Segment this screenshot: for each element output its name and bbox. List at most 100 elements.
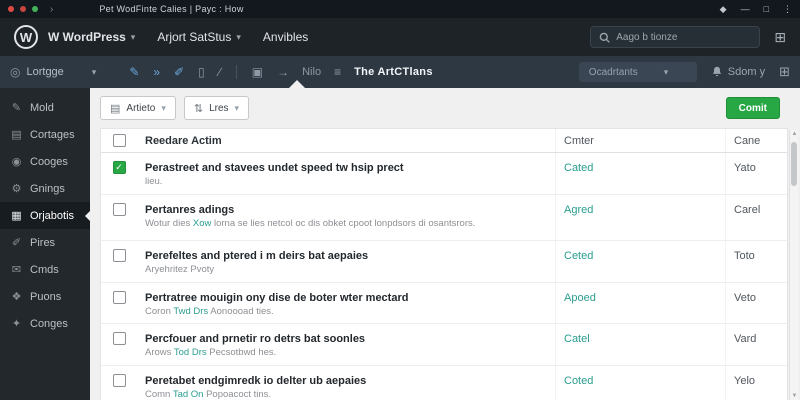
admin-sidebar: ✎ Mold ▤ Cortages ◉ Cooges ⚙ Gnings ▦ Or… xyxy=(0,88,90,400)
user-menu-label: Lortgge xyxy=(26,66,64,78)
table-row[interactable]: Pertratree mouigin ony dise de boter wte… xyxy=(101,282,787,325)
notifications-button[interactable]: Sdom y xyxy=(711,66,765,78)
pen-icon[interactable]: ✐ xyxy=(174,65,184,79)
user-menu[interactable]: ◎ Lortgge ▾ xyxy=(10,65,96,79)
subtitle-link[interactable]: Tad On xyxy=(173,389,204,400)
row-status: Apoed xyxy=(555,282,725,324)
table-row[interactable]: Peretabet endgimredk io delter ub aepaie… xyxy=(101,366,787,400)
row-title-link[interactable]: Pertanres adings xyxy=(145,200,547,216)
toolbar-divider xyxy=(235,65,237,79)
nib-label[interactable]: Nilo xyxy=(302,66,321,78)
device-tablet-icon[interactable]: ▯ xyxy=(198,65,205,79)
select-all-checkbox[interactable] xyxy=(112,134,126,147)
search-input[interactable]: Aago b tionze xyxy=(590,26,761,48)
articles-dropdown-button[interactable]: ▤ Artieto ▾ xyxy=(100,96,176,120)
gear-icon: ⚙ xyxy=(11,183,22,195)
status-menu[interactable]: Arjort SatStus ▾ xyxy=(157,30,241,44)
column-header-value[interactable]: Cane xyxy=(725,129,787,152)
sidebar-item-pires[interactable]: ✐ Pires xyxy=(0,229,90,256)
row-subtitle: Comn Tad On Popoacoct tins. xyxy=(145,389,272,400)
row-title-link[interactable]: Perastreet and stavees undet speed tw hs… xyxy=(145,158,547,174)
sidebar-item-label: Cortages xyxy=(30,128,75,141)
sidebar-item-conges[interactable]: ✦ Conges xyxy=(0,310,90,337)
row-checkbox[interactable] xyxy=(112,202,126,216)
scrollbar-thumb[interactable] xyxy=(791,142,797,186)
vertical-scrollbar[interactable]: ▲ ▼ xyxy=(789,130,798,400)
table-row[interactable]: Percfouer and prnetir ro detrs bat soonl… xyxy=(101,324,787,367)
minimize-icon[interactable]: — xyxy=(741,4,750,14)
browser-menu-icon[interactable]: ⋮ xyxy=(783,4,792,15)
arrow-right-icon[interactable]: → xyxy=(277,65,289,79)
status-menu-label: Arjort SatStus xyxy=(157,30,232,44)
sidebar-item-cmds[interactable]: ✉ Cmds xyxy=(0,256,90,283)
sidebar-item-cortages[interactable]: ▤ Cortages xyxy=(0,121,90,148)
active-tab-label[interactable]: The ArtCTlans xyxy=(354,66,433,78)
activities-menu-label: Anvibles xyxy=(262,30,309,44)
search-icon xyxy=(599,32,611,43)
maximize-icon[interactable]: □ xyxy=(764,4,769,14)
menu-icon[interactable]: ≡ xyxy=(334,65,341,79)
coordinates-dropdown[interactable]: Ocadrtants ▾ xyxy=(578,62,697,82)
row-checkbox-checked[interactable]: ✓ xyxy=(112,161,126,174)
table-row[interactable]: Perefeltes and ptered i m deirs bat aepa… xyxy=(101,240,787,283)
row-value: Toto xyxy=(725,240,787,282)
plugin-icon: ❖ xyxy=(11,291,22,303)
row-value: Yato xyxy=(725,153,787,194)
sidebar-item-mold[interactable]: ✎ Mold xyxy=(0,94,90,121)
activities-menu[interactable]: Anvibles xyxy=(263,30,308,44)
row-title-link[interactable]: Percfouer and prnetir ro detrs bat soonl… xyxy=(145,329,547,345)
apps-grid-icon[interactable]: ⊞ xyxy=(774,29,786,46)
scroll-up-icon[interactable]: ▲ xyxy=(790,131,799,137)
pencil-icon: ✎ xyxy=(11,102,22,114)
row-title-link[interactable]: Peretabet endgimredk io delter ub aepaie… xyxy=(145,371,547,387)
close-window-dot[interactable] xyxy=(8,6,14,12)
sidebar-item-label: Cmds xyxy=(30,263,59,276)
fast-forward-icon[interactable]: » xyxy=(153,65,160,79)
table-row[interactable]: Pertanres adings Wotur dies Xow lorna se… xyxy=(101,194,787,241)
subtitle-link[interactable]: Twd Drs xyxy=(173,306,208,317)
zoom-window-dot[interactable] xyxy=(32,6,38,12)
table-row[interactable]: ✓ Perastreet and stavees undet speed tw … xyxy=(101,153,787,195)
lists-dropdown-button[interactable]: ⇅ Lres ▾ xyxy=(183,96,250,120)
row-checkbox[interactable] xyxy=(112,332,126,346)
sidebar-item-cooges[interactable]: ◉ Cooges xyxy=(0,148,90,175)
browser-title-bar: › Pet WodFinte Calies | Payc : How ◆ — □… xyxy=(0,0,800,18)
row-title-link[interactable]: Pertratree mouigin ony dise de boter wte… xyxy=(145,288,547,304)
image-icon[interactable]: ▣ xyxy=(252,65,263,79)
column-header-title[interactable]: Reedare Actim xyxy=(137,129,555,152)
slash-icon[interactable]: ∕ xyxy=(219,65,221,79)
edit-pencil-icon[interactable]: ✎ xyxy=(129,65,139,79)
layout-grid-icon[interactable]: ⊞ xyxy=(779,64,790,80)
row-checkbox[interactable] xyxy=(112,374,126,388)
sidebar-item-gnings[interactable]: ⚙ Gnings xyxy=(0,175,90,202)
lists-button-label: Lres xyxy=(209,102,229,114)
subtitle-link[interactable]: Xow xyxy=(193,218,211,229)
subtitle-link[interactable]: Tod Drs xyxy=(174,347,207,358)
sidebar-item-orjabotis-active[interactable]: ▦ Orjabotis xyxy=(0,202,90,229)
chevron-down-icon: ▾ xyxy=(130,31,136,42)
sidebar-item-puons[interactable]: ❖ Puons xyxy=(0,283,90,310)
row-checkbox[interactable] xyxy=(112,248,126,262)
browser-tab-title: Pet WodFinte Calies | Payc : How xyxy=(99,4,244,14)
extension-icon[interactable]: ◆ xyxy=(720,4,727,15)
chevron-down-icon: ▾ xyxy=(236,31,241,42)
forward-nav-icon[interactable]: › xyxy=(50,4,53,15)
list-icon: ▤ xyxy=(11,129,22,141)
column-header-status[interactable]: Cmter xyxy=(555,129,725,152)
row-subtitle: Coron Twd Drs Aonoooad ties. xyxy=(145,305,274,317)
row-status: Ceted xyxy=(555,240,725,282)
row-checkbox[interactable] xyxy=(112,290,126,304)
wordpress-logo-icon[interactable]: W xyxy=(14,25,38,49)
search-placeholder: Aago b tionze xyxy=(616,31,678,43)
row-title-link[interactable]: Perefeltes and ptered i m deirs bat aepa… xyxy=(145,246,547,262)
row-value: Carel xyxy=(725,194,787,240)
sidebar-item-label: Mold xyxy=(30,101,54,114)
minimize-window-dot[interactable] xyxy=(20,6,26,12)
user-avatar-icon: ◎ xyxy=(10,65,21,79)
sidebar-item-label: Pires xyxy=(30,236,56,249)
create-button[interactable]: Comit xyxy=(725,97,780,119)
chevron-down-icon: ▾ xyxy=(234,102,240,113)
envelope-icon: ✉ xyxy=(11,264,22,276)
scroll-down-icon[interactable]: ▼ xyxy=(790,393,799,399)
site-menu[interactable]: W WordPress ▾ xyxy=(48,30,135,44)
